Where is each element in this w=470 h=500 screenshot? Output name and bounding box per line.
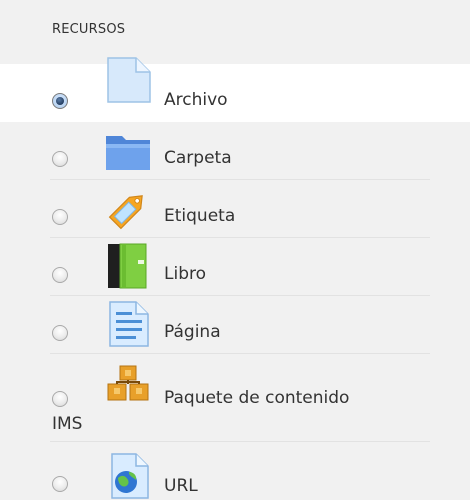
resource-label-paquete-ims-line1: Paquete de contenido — [164, 388, 350, 408]
page-icon — [104, 300, 152, 348]
resource-label-archivo: Archivo — [164, 90, 228, 110]
resource-item-url[interactable]: URL — [0, 442, 470, 500]
radio-libro[interactable] — [52, 267, 68, 283]
radio-paquete-ims[interactable] — [52, 391, 68, 407]
section-header-recursos: RECURSOS — [52, 22, 126, 37]
radio-etiqueta[interactable] — [52, 209, 68, 225]
folder-icon — [104, 126, 152, 174]
resource-item-libro[interactable]: Libro — [0, 238, 470, 296]
url-globe-icon — [104, 452, 152, 500]
resource-label-paquete-ims-line2: IMS — [52, 414, 83, 434]
radio-archivo[interactable] — [52, 93, 68, 109]
radio-url[interactable] — [52, 476, 68, 492]
radio-pagina[interactable] — [52, 325, 68, 341]
label-tag-icon — [104, 186, 152, 234]
resource-item-archivo[interactable]: Archivo — [0, 57, 470, 122]
resource-chooser-panel: RECURSOS Archivo Carpeta Etiqueta Libro … — [0, 0, 470, 500]
ims-package-icon — [104, 362, 152, 410]
file-icon — [104, 56, 152, 104]
radio-carpeta[interactable] — [52, 151, 68, 167]
resource-label-pagina: Página — [164, 322, 221, 342]
resource-item-paquete-ims[interactable]: Paquete de contenido IMS — [0, 354, 470, 442]
book-icon — [104, 242, 152, 290]
resource-label-carpeta: Carpeta — [164, 148, 232, 168]
resource-item-pagina[interactable]: Página — [0, 296, 470, 354]
resource-label-etiqueta: Etiqueta — [164, 206, 236, 226]
resource-label-url: URL — [164, 476, 198, 496]
resource-label-libro: Libro — [164, 264, 207, 284]
resource-item-etiqueta[interactable]: Etiqueta — [0, 180, 470, 238]
resource-item-carpeta[interactable]: Carpeta — [0, 122, 470, 180]
